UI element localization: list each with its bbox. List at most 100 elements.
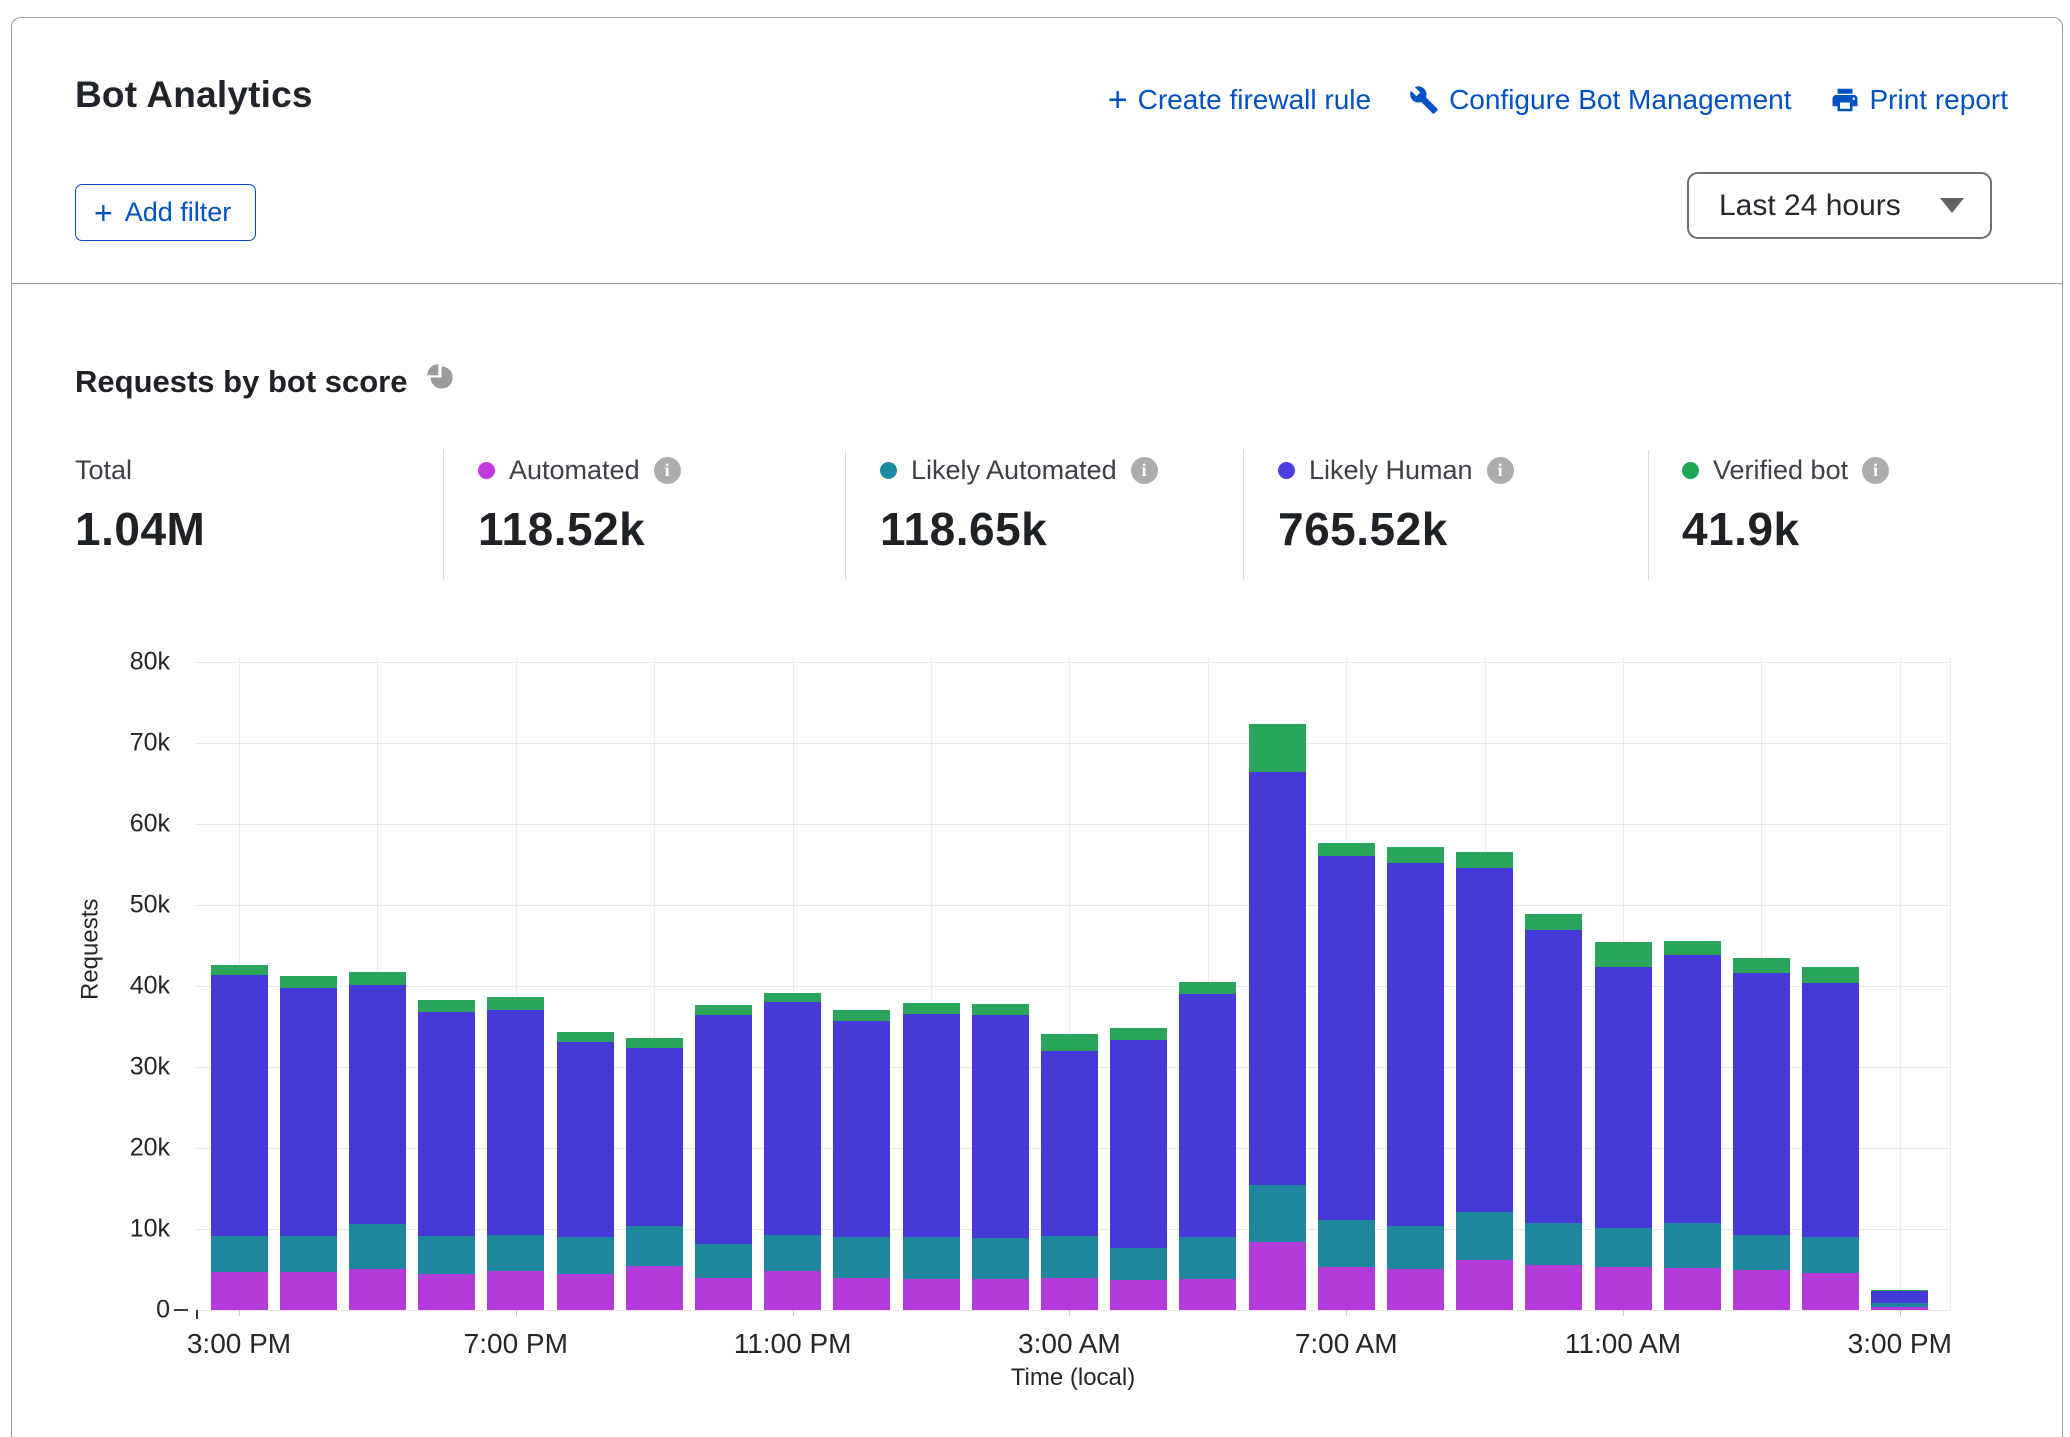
x-tick [239,1310,240,1316]
bar-group[interactable] [833,1010,890,1310]
bar-segment [972,1238,1029,1279]
bar-segment [1802,1237,1859,1273]
bar-segment [1664,1268,1721,1310]
x-tick [1346,1310,1347,1316]
bar-segment [903,1003,960,1014]
bar-group[interactable] [557,1032,614,1310]
bar-segment [280,1272,337,1310]
bar-segment [833,1278,890,1310]
bar-segment [1456,868,1513,1212]
bar-segment [1041,1034,1098,1051]
bar-segment [1249,1185,1306,1242]
bar-segment [1249,1242,1306,1310]
bar-group[interactable] [972,1004,1029,1310]
y-tick-label: 10k [90,1215,170,1244]
bar-group[interactable] [1387,847,1444,1310]
bar-group[interactable] [418,1000,475,1310]
bar-segment [972,1279,1029,1310]
bar-segment [1110,1248,1167,1280]
bar-segment [418,1000,475,1012]
bar-segment [1041,1278,1098,1310]
bar-segment [903,1237,960,1279]
bar-segment [764,1002,821,1234]
bar-segment [1456,852,1513,867]
x-tick [1069,1310,1070,1316]
bar-segment [903,1014,960,1238]
bar-segment [280,1236,337,1272]
y-tick-label: 70k [90,729,170,758]
bar-group[interactable] [1456,852,1513,1310]
bar-segment [211,965,268,976]
y-axis-title: Requests [77,899,105,1000]
bar-segment [418,1236,475,1273]
bar-segment [764,1271,821,1310]
bar-segment [1733,973,1790,1235]
x-tick [793,1310,794,1316]
bar-segment [764,993,821,1002]
bar-segment [626,1048,683,1226]
bar-group[interactable] [487,997,544,1310]
bar-segment [1595,1228,1652,1267]
bar-group[interactable] [1249,724,1306,1310]
bar-segment [557,1274,614,1310]
bar-segment [1525,1265,1582,1310]
bar-segment [1249,724,1306,772]
bar-group[interactable] [280,976,337,1310]
bar-segment [211,975,268,1236]
bar-segment [1664,1223,1721,1268]
bar-segment [1802,983,1859,1237]
x-tick-label: 7:00 AM [1295,1328,1398,1360]
bar-group[interactable] [1664,941,1721,1310]
gridline [1900,658,1901,1310]
y-zero-tick [174,1309,188,1311]
bar-segment [1179,982,1236,994]
bar-group[interactable] [1041,1034,1098,1310]
bar-segment [418,1012,475,1236]
bar-segment [1871,1290,1928,1291]
bar-group[interactable] [903,1003,960,1310]
bar-segment [211,1272,268,1310]
bar-segment [833,1021,890,1237]
x-axis-title: Time (local) [1011,1364,1135,1392]
bar-group[interactable] [1595,942,1652,1310]
bar-segment [626,1038,683,1048]
bar-segment [695,1244,752,1277]
bar-segment [1179,1237,1236,1279]
gridline [196,1310,1950,1311]
bar-group[interactable] [349,972,406,1310]
bar-segment [1871,1303,1928,1307]
bar-group[interactable] [1802,967,1859,1310]
bar-segment [1871,1307,1928,1310]
x-tick [1623,1310,1624,1316]
gridline [1950,658,1951,1310]
bar-group[interactable] [695,1005,752,1310]
bar-group[interactable] [1110,1028,1167,1310]
bar-segment [626,1266,683,1310]
bar-group[interactable] [1179,982,1236,1310]
bar-segment [487,1010,544,1234]
bar-group[interactable] [1733,958,1790,1310]
bar-segment [280,988,337,1237]
bar-segment [487,1271,544,1310]
bar-segment [1318,1267,1375,1310]
x-tick-label: 3:00 AM [1018,1328,1121,1360]
bar-segment [1733,1270,1790,1310]
bar-segment [903,1279,960,1310]
bar-segment [557,1042,614,1237]
bar-segment [418,1274,475,1310]
y-tick-label: 20k [90,1134,170,1163]
bar-group[interactable] [626,1038,683,1310]
bar-segment [1179,1279,1236,1310]
bar-group[interactable] [1318,843,1375,1310]
bar-group[interactable] [764,993,821,1310]
bar-segment [557,1237,614,1274]
bar-segment [1110,1280,1167,1310]
y-tick-label: 30k [90,1053,170,1082]
bar-segment [1595,1267,1652,1310]
bar-group[interactable] [1525,914,1582,1310]
bar-segment [1249,772,1306,1185]
bar-segment [972,1004,1029,1015]
bar-group[interactable] [1871,1290,1928,1310]
gridline [196,824,1950,825]
bar-group[interactable] [211,965,268,1310]
